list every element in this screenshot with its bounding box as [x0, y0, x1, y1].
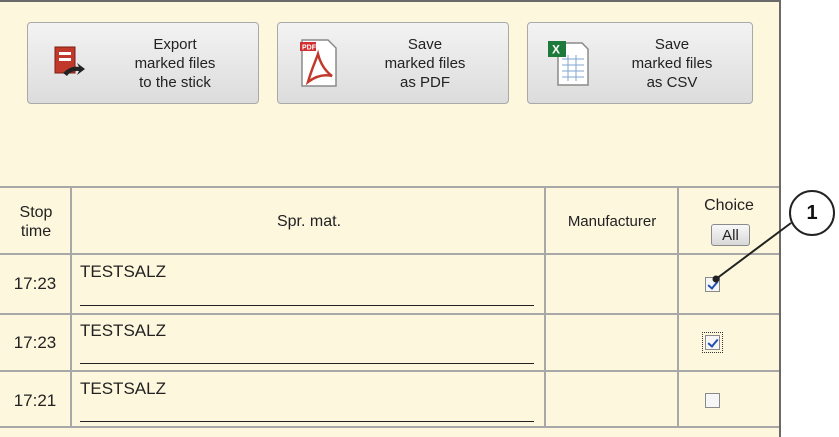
- callout-badge: 1: [789, 190, 835, 236]
- callout-leader-line: [712, 222, 792, 283]
